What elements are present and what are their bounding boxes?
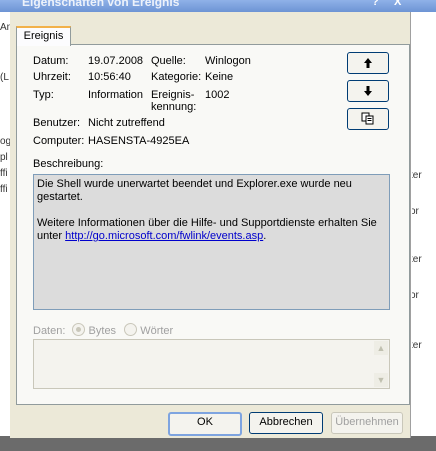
copy-icon: [361, 112, 374, 125]
description-line-2: Weitere Informationen über die Hilfe- un…: [37, 217, 377, 229]
bg-text: ter: [412, 254, 422, 265]
data-textbox[interactable]: ▲ ▼: [33, 339, 390, 389]
window-title: Eigenschaften von Ereignis: [22, 0, 180, 9]
uhrzeit-value: 10:56:40: [88, 71, 131, 83]
apply-button[interactable]: Übernehmen: [331, 412, 403, 434]
bg-text: ter: [412, 170, 422, 181]
benutzer-label: Benutzer:: [33, 117, 81, 129]
typ-value: Information: [88, 89, 144, 101]
bg-text: ter: [412, 340, 422, 351]
cancel-button[interactable]: Abbrechen: [249, 412, 323, 434]
close-button[interactable]: X: [394, 0, 401, 8]
scroll-down-arrow-icon[interactable]: ▼: [374, 373, 388, 387]
datum-label: Datum:: [33, 55, 69, 67]
description-prefix: unter: [37, 230, 66, 242]
bytes-label: Bytes: [88, 325, 117, 337]
kennung-label-line2: kennung:: [151, 101, 197, 113]
help-button[interactable]: ?: [372, 0, 379, 8]
computer-label: Computer:: [33, 135, 85, 147]
kategorie-label: Kategorie:: [151, 71, 202, 83]
description-suffix: .: [263, 230, 267, 242]
uhrzeit-label: Uhrzeit:: [33, 71, 71, 83]
ok-button[interactable]: OK: [168, 412, 242, 436]
bg-text: ffi: [0, 168, 8, 179]
bg-text: or: [412, 206, 419, 217]
arrow-up-icon: [364, 57, 372, 68]
words-radio[interactable]: [124, 323, 138, 336]
quelle-label: Quelle:: [151, 55, 186, 67]
datum-value: 19.07.2008: [88, 55, 144, 67]
data-label: Daten:: [33, 325, 66, 337]
kennung-value: 1002: [205, 89, 230, 101]
typ-label: Typ:: [33, 89, 54, 101]
bg-text: ffi: [0, 184, 8, 195]
description-textbox[interactable]: Die Shell wurde unerwartet beendet und E…: [33, 174, 390, 310]
copy-event-button[interactable]: [347, 108, 389, 130]
background-right-strip: ter or ter or ter: [412, 12, 436, 451]
background-titlebar: Eigenschaften von Ereignis ? X: [0, 0, 436, 12]
description-label: Beschreibung:: [33, 158, 104, 170]
computer-value: HASENSTA-4925EA: [88, 135, 190, 147]
scroll-up-arrow-icon[interactable]: ▲: [374, 341, 388, 355]
bg-text: (L: [0, 72, 9, 83]
kennung-label-line1: Ereignis-: [151, 89, 195, 101]
data-format-row: Daten: Bytes Wörter: [33, 323, 173, 337]
benutzer-value: Nicht zutreffend: [88, 117, 165, 129]
bg-text: pl: [0, 152, 8, 163]
tab-ereignis[interactable]: Ereignis: [16, 26, 71, 46]
bytes-radio[interactable]: [72, 323, 86, 336]
arrow-down-icon: [364, 85, 372, 96]
description-line-1: Die Shell wurde unerwartet beendet und E…: [37, 178, 352, 203]
next-event-button[interactable]: [347, 80, 389, 102]
quelle-value: Winlogon: [205, 55, 251, 67]
bg-text: te: [0, 12, 8, 15]
bg-text: or: [412, 290, 419, 301]
help-link[interactable]: http://go.microsoft.com/fwlink/events.as…: [65, 230, 263, 242]
background-bottom: [0, 436, 436, 451]
description-line-3: unter http://go.microsoft.com/fwlink/eve…: [34, 230, 389, 243]
words-label: Wörter: [140, 325, 174, 337]
previous-event-button[interactable]: [347, 52, 389, 74]
kategorie-value: Keine: [205, 71, 234, 83]
